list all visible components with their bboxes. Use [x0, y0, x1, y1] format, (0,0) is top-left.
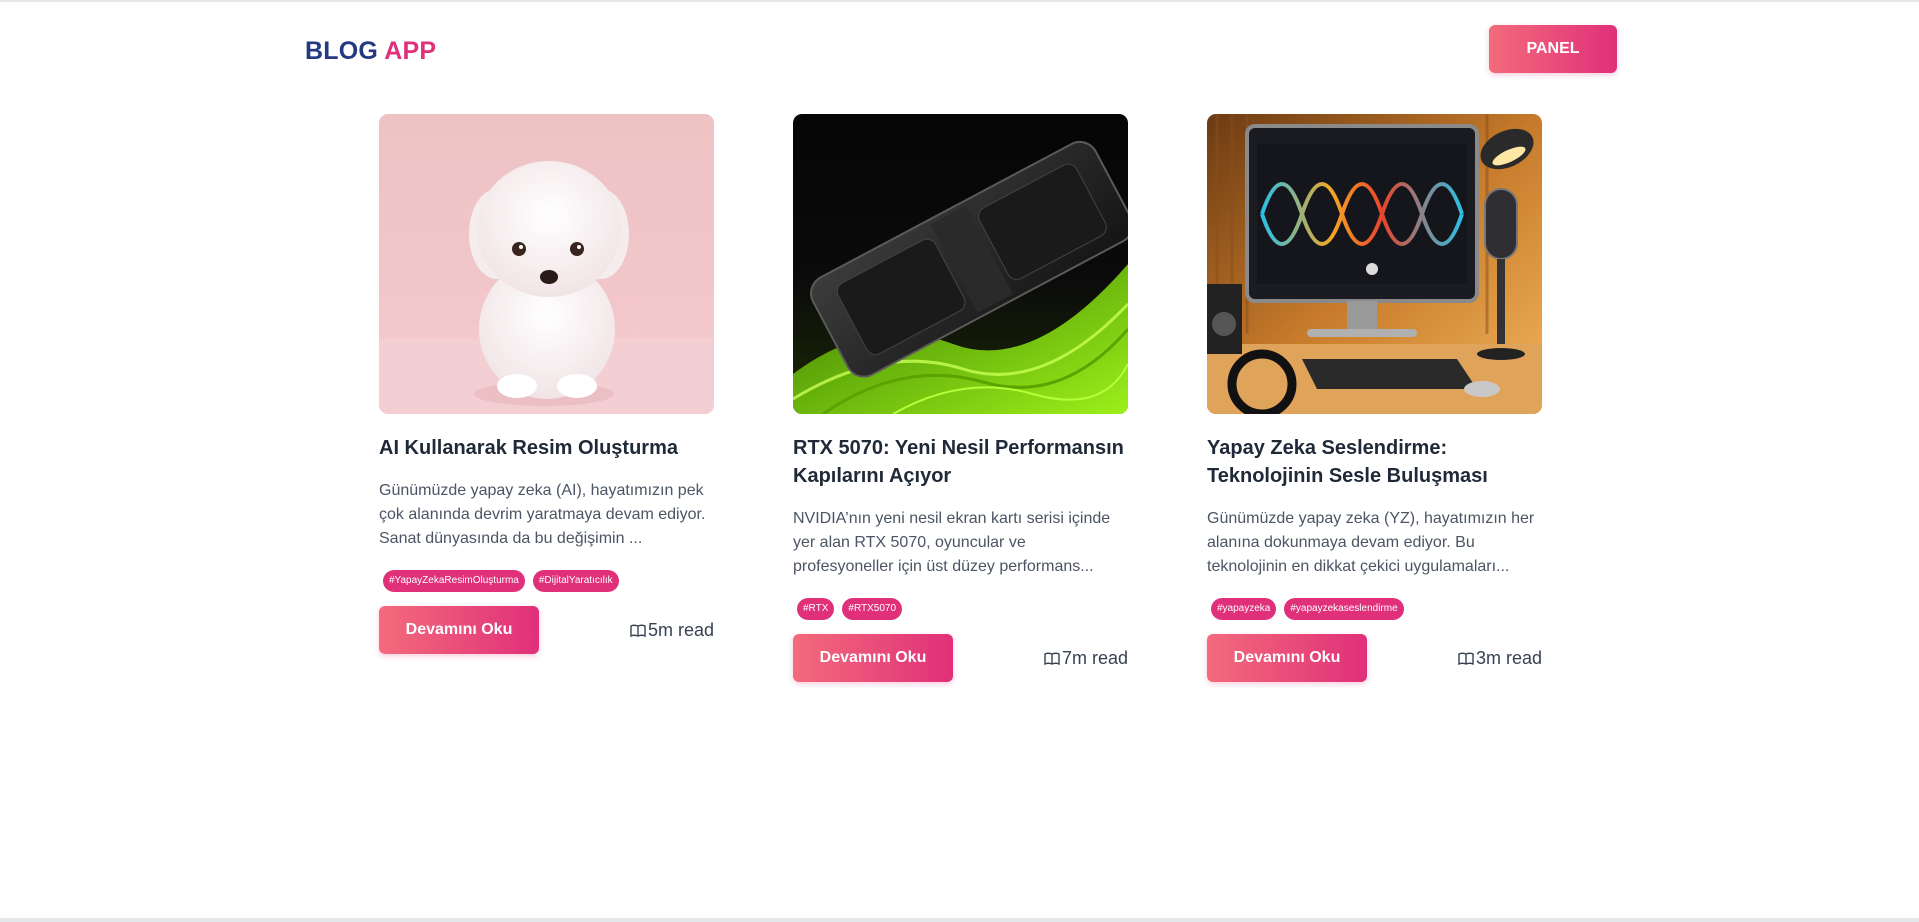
- tag-list: #YapayZekaResimOluşturma #DijitalYaratıc…: [379, 570, 714, 592]
- tag-list: #RTX #RTX5070: [793, 598, 1128, 620]
- podcast-studio-image: [1207, 114, 1542, 414]
- read-time: 3m read: [1458, 648, 1542, 669]
- post-card: RTX 5070: Yeni Nesil Performansın Kapıla…: [793, 114, 1128, 682]
- read-more-button[interactable]: Devamını Oku: [1207, 634, 1367, 682]
- post-card: Yapay Zeka Seslendirme: Teknolojinin Ses…: [1207, 114, 1542, 682]
- post-title[interactable]: RTX 5070: Yeni Nesil Performansın Kapıla…: [793, 434, 1128, 490]
- tag[interactable]: #yapayzekaseslendirme: [1284, 598, 1404, 620]
- post-description: Günümüzde yapay zeka (AI), hayatımızın p…: [379, 482, 706, 547]
- post-footer: Devamını Oku 3m read: [1207, 634, 1542, 682]
- brand-part-blog: BLOG: [305, 37, 379, 65]
- post-description: Günümüzde yapay zeka (YZ), hayatımızın h…: [1207, 510, 1535, 575]
- read-time-label: 7m read: [1061, 648, 1128, 668]
- post-image[interactable]: [1207, 114, 1542, 414]
- tag[interactable]: #yapayzeka: [1211, 598, 1277, 620]
- book-icon: [1044, 652, 1060, 666]
- read-time-label: 5m read: [647, 620, 714, 640]
- panel-button[interactable]: PANEL: [1489, 25, 1617, 73]
- read-time-label: 3m read: [1475, 648, 1542, 668]
- tag[interactable]: #DijitalYaratıcılık: [532, 570, 619, 592]
- post-card: AI Kullanarak Resim Oluşturma Günümüzde …: [379, 114, 714, 654]
- tag-list: #yapayzeka #yapayzekaseslendirme: [1207, 598, 1542, 620]
- book-icon: [630, 624, 646, 638]
- post-image[interactable]: [379, 114, 714, 414]
- read-more-button[interactable]: Devamını Oku: [379, 606, 539, 654]
- top-divider: [0, 0, 1919, 2]
- post-image[interactable]: [793, 114, 1128, 414]
- post-footer: Devamını Oku 7m read: [793, 634, 1128, 682]
- puppy-image: [379, 114, 714, 414]
- book-icon: [1458, 652, 1474, 666]
- post-title[interactable]: AI Kullanarak Resim Oluşturma: [379, 434, 714, 462]
- read-time: 7m read: [1044, 648, 1128, 669]
- brand-part-app: APP: [384, 37, 437, 65]
- tag[interactable]: #YapayZekaResimOluşturma: [383, 570, 525, 592]
- read-more-button[interactable]: Devamını Oku: [793, 634, 953, 682]
- read-time: 5m read: [630, 620, 714, 641]
- brand-logo[interactable]: BLOG APP: [305, 37, 436, 66]
- tag[interactable]: #RTX5070: [842, 598, 903, 620]
- post-description: NVIDIA’nın yeni nesil ekran kartı serisi…: [793, 510, 1111, 575]
- post-title[interactable]: Yapay Zeka Seslendirme: Teknolojinin Ses…: [1207, 434, 1542, 490]
- post-footer: Devamını Oku 5m read: [379, 606, 714, 654]
- tag[interactable]: #RTX: [797, 598, 835, 620]
- site-header: BLOG APP PANEL: [305, 25, 1617, 75]
- bottom-divider: [0, 918, 1919, 922]
- graphics-card-image: [793, 114, 1128, 414]
